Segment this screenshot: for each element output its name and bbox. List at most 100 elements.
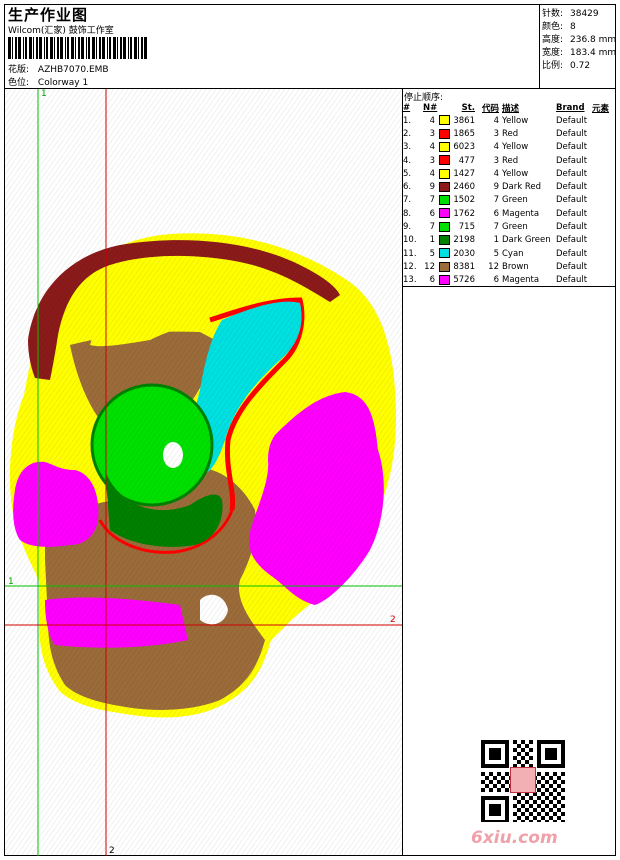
qr-module xyxy=(525,816,529,820)
barcode-bar xyxy=(54,37,55,59)
qr-module xyxy=(485,784,489,788)
table-row: 8. 6 1762 6 Magenta Default xyxy=(403,207,614,220)
barcode-bar xyxy=(78,37,80,59)
cell-needle: 7 xyxy=(429,222,435,233)
qr-module xyxy=(541,808,545,812)
qr-module xyxy=(553,804,557,808)
qr-module xyxy=(517,752,521,756)
table-row: 3. 4 6023 4 Yellow Default xyxy=(403,141,614,154)
cell-element xyxy=(592,127,614,140)
cell-desc: Red xyxy=(502,155,519,166)
stat-label: 宽度: xyxy=(542,48,564,58)
cell-swatch xyxy=(439,274,453,287)
cell-brand: Default xyxy=(556,261,588,272)
cell-swatch xyxy=(439,220,453,233)
col-desc: 描述 xyxy=(502,103,520,114)
cell-element xyxy=(592,220,614,233)
barcode-bar xyxy=(113,37,116,59)
color-swatch xyxy=(439,274,450,285)
color-swatch xyxy=(439,195,450,206)
cell-brand: Default xyxy=(556,155,588,166)
barcode-bar xyxy=(23,37,24,59)
cell-desc: Dark Red xyxy=(502,182,542,193)
stat-label: 针数: xyxy=(542,9,564,19)
cell-brand: Default xyxy=(556,195,588,206)
table-row: 2. 3 1865 3 Red Default xyxy=(403,127,614,140)
qr-module xyxy=(485,776,489,780)
cell-needle: 12 xyxy=(424,261,435,272)
qr-module xyxy=(537,820,541,822)
qr-module xyxy=(541,816,545,820)
cell-needle: 4 xyxy=(429,142,435,153)
qr-module xyxy=(489,772,493,776)
stat-label: 颜色: xyxy=(542,22,564,32)
qr-module xyxy=(489,780,493,784)
cell-needle: 1 xyxy=(429,235,435,246)
color-swatch xyxy=(439,235,450,246)
qr-finder xyxy=(545,748,557,760)
cell-code: 6 xyxy=(493,275,499,286)
qr-module xyxy=(545,796,549,800)
qr-module xyxy=(521,804,525,808)
barcode-bar xyxy=(109,37,111,59)
barcode-bar xyxy=(12,37,13,59)
cell-element xyxy=(592,207,614,220)
qr-module xyxy=(517,744,521,748)
qr-finder xyxy=(489,804,501,816)
qr-module xyxy=(521,820,525,822)
color-swatch xyxy=(439,208,450,219)
cell-stitches: 1502 xyxy=(453,195,475,206)
cell-index: 4. xyxy=(403,155,412,166)
stat-value: 0.72 xyxy=(570,61,591,71)
cell-index: 5. xyxy=(403,168,412,179)
qr-module xyxy=(529,740,533,744)
cell-element xyxy=(592,167,614,180)
cell-brand: Default xyxy=(556,235,588,246)
barcode-bar xyxy=(102,37,105,59)
barcode-bar xyxy=(88,37,90,59)
qr-module xyxy=(493,784,497,788)
qr-module xyxy=(525,760,529,764)
color-swatch xyxy=(439,261,450,272)
color-swatch xyxy=(439,221,450,232)
qr-module xyxy=(521,748,525,752)
qr-module xyxy=(505,772,509,776)
cell-needle: 4 xyxy=(429,115,435,126)
cell-needle: 6 xyxy=(429,208,435,219)
cell-desc: Yellow xyxy=(502,142,529,153)
cell-element xyxy=(592,260,614,273)
qr-module xyxy=(537,788,541,792)
qr-module xyxy=(561,804,565,808)
qr-module xyxy=(521,756,525,760)
cell-index: 3. xyxy=(403,142,412,153)
cell-element xyxy=(592,141,614,154)
cell-stitches: 715 xyxy=(458,222,475,233)
stat-label: 高度: xyxy=(542,35,564,45)
col-swatch xyxy=(439,101,453,114)
cell-stitches: 8381 xyxy=(453,261,475,272)
qr-module xyxy=(513,804,517,808)
table-row: 13. 6 5726 6 Magenta Default xyxy=(403,274,614,287)
table-row: 4. 3 477 3 Red Default xyxy=(403,154,614,167)
cell-swatch xyxy=(439,127,453,140)
qr-module xyxy=(517,816,521,820)
qr-module xyxy=(537,796,541,800)
qr-module xyxy=(553,780,557,784)
qr-module xyxy=(553,788,557,792)
barcode-bar xyxy=(141,37,143,59)
stitch-texture xyxy=(5,89,402,856)
cell-stitches: 2198 xyxy=(453,235,475,246)
barcode-bar xyxy=(123,37,126,59)
qr-module xyxy=(501,784,505,788)
cell-swatch xyxy=(439,180,453,193)
qr-module xyxy=(529,804,533,808)
cell-stitches: 1865 xyxy=(453,128,475,139)
design-label: 花版: xyxy=(8,65,30,75)
col-stitches: St. xyxy=(461,102,475,113)
cell-brand: Default xyxy=(556,275,588,286)
barcode-bar xyxy=(134,37,137,59)
cell-element xyxy=(592,180,614,193)
seal-stamp xyxy=(510,767,536,793)
qr-module xyxy=(561,772,565,776)
qr-module xyxy=(517,800,521,804)
